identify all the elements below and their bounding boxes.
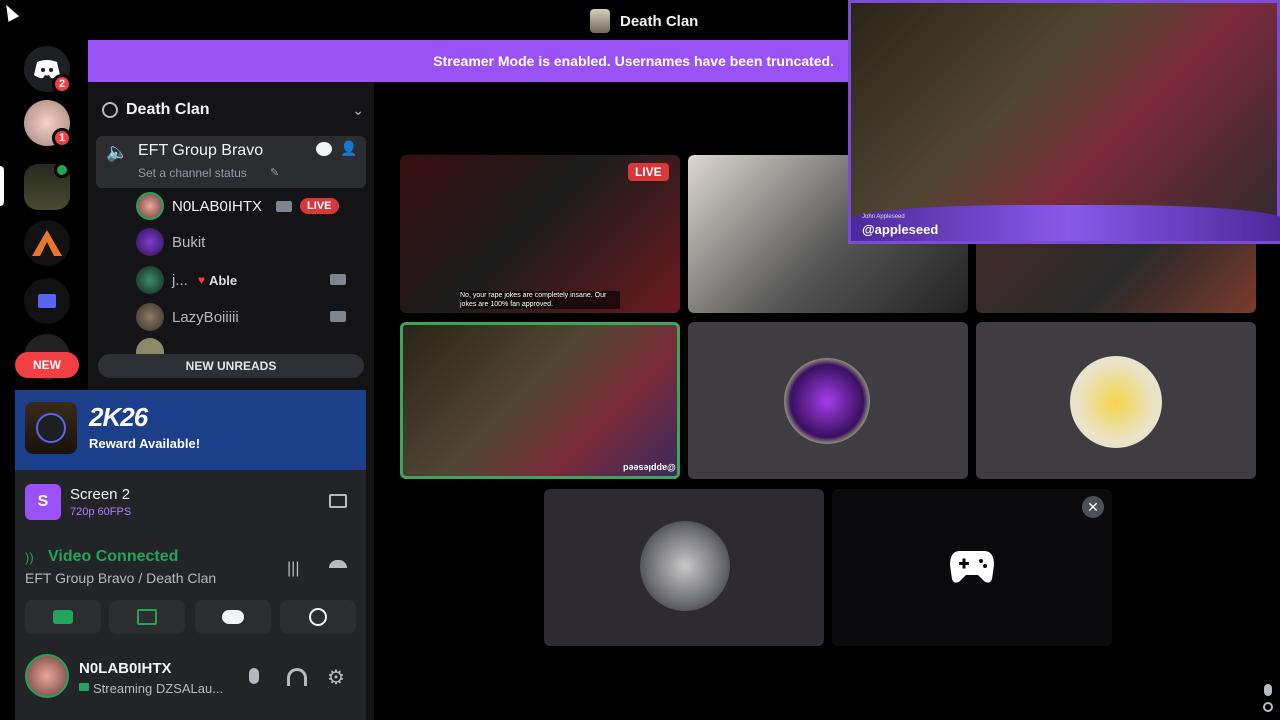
screen-name: Screen 2 [70,486,131,503]
live-badge: LIVE [300,198,339,214]
screen-letter: S [37,493,49,510]
camera-button[interactable] [25,600,101,634]
heart-icon: ♥ [197,273,205,287]
voice-connected-title: Video Connected [48,548,179,565]
tile-activity[interactable] [832,489,1112,646]
new-unread-servers-pill[interactable]: NEW [15,352,79,378]
channel-status[interactable]: Set a channel status [138,166,247,180]
user-avatar [640,521,730,611]
streamer-webcam-overlay [848,0,1280,244]
new-unreads-bar[interactable]: NEW UNREADS [98,354,364,378]
member-n0lab0ihtx[interactable]: N0LAB0IHTX LIVE [136,192,339,220]
member-name: N0LAB0IHTX [172,197,263,215]
chat-bubble-icon[interactable] [316,142,332,156]
camera-icon [276,200,293,212]
arma-server[interactable] [24,220,70,266]
streamer-mode-text: Streamer Mode is enabled. Usernames have… [433,53,834,69]
tile-avatar-purple[interactable] [688,322,968,479]
selected-server-indicator [0,166,4,206]
server-unread-badge: 1 [52,128,72,148]
guild-name: Death Clan [126,101,210,118]
screen-quality: 720p 60FPS [70,506,132,518]
camera-icon [330,311,346,322]
soundboard-icon [309,608,327,626]
pencil-icon[interactable]: ✎ [270,166,279,179]
guild-header[interactable]: Death Clan ⌄ [102,96,364,124]
guild-boost-icon [102,102,118,118]
gear-icon[interactable]: ⚙ [327,665,345,690]
gamepad-icon [222,610,244,624]
microphone-icon [1264,684,1272,696]
close-icon[interactable]: ✕ [1082,496,1104,518]
signal-icon: )) [25,550,34,565]
tile-selected-appleseed[interactable]: @appleseed [400,322,680,479]
promo-subtitle: Reward Available! [89,436,201,451]
noise-suppression-icon[interactable]: ||| [287,560,299,578]
stream-caption: No, your rape jokes are completely insan… [460,291,620,309]
mirrored-handle: @appleseed [623,463,676,473]
camera-icon [330,274,346,285]
cam-name: John Appleseed [862,214,905,220]
user-avatar-server[interactable]: 1 [24,100,72,148]
member-tag: Able [208,272,238,288]
reward-promo[interactable]: 2K26 Reward Available! [15,390,366,470]
member-name: LazyBoiiiii [172,308,239,326]
chevron-down-icon: ⌄ [352,101,364,118]
speaker-icon: 🔈 [106,142,129,162]
folder-icon [38,294,56,308]
promo-title: 2K26 [89,402,148,432]
headphones-icon[interactable] [287,668,307,686]
screen-share-button[interactable] [109,600,185,634]
server-folder[interactable] [24,278,70,324]
tile-avatar-pikachu[interactable] [976,322,1256,479]
cam-handle: @appleseed [862,222,939,237]
partial-member-avatar [136,338,164,354]
window-title: Death Clan [590,8,698,34]
dm-unread-badge: 2 [52,74,72,94]
member-bukit[interactable]: Bukit [136,228,205,256]
avatar [136,192,164,220]
activity-button[interactable] [195,600,271,634]
member-j[interactable]: j... ♥ Able [136,266,237,294]
avatar [136,266,164,294]
screen-icon [137,609,157,625]
death-clan-server[interactable] [24,162,70,210]
disconnect-icon[interactable] [329,560,347,568]
streaming-status-icon [54,162,70,178]
voice-location[interactable]: EFT Group Bravo / Death Clan [25,570,216,586]
member-lazyboiiiii[interactable]: LazyBoiiiii [136,303,239,331]
member-name: Bukit [172,233,206,251]
user-avatar [1070,356,1162,448]
user-status: Streaming DZSALau... [93,681,224,696]
screen-share-icon: S [25,484,61,520]
tile-live-stream[interactable]: LIVE [400,155,680,313]
invite-user-icon[interactable]: 👤 [340,140,357,157]
channel-name: EFT Group Bravo [138,142,264,159]
streamer-mode-banner: Streamer Mode is enabled. Usernames have… [88,40,848,82]
stop-screen-icon[interactable] [329,494,347,508]
avatar [136,228,164,256]
tile-avatar-mower[interactable] [544,489,824,646]
discord-nitro-icon [36,413,66,443]
streaming-icon [79,683,89,691]
user-avatar[interactable] [25,654,69,698]
server-icon [590,9,610,33]
game-icon [25,402,77,454]
user-name: N0LAB0IHTX [79,660,172,677]
triangle-a-logo-icon [32,230,62,256]
settings-dot-icon [1263,702,1273,712]
voice-panel: S Screen 2 720p 60FPS )) Video Connected… [15,470,366,720]
live-badge: LIVE [628,163,669,181]
soundboard-button[interactable] [280,600,356,634]
window-title-text: Death Clan [620,12,699,30]
avatar [136,303,164,331]
gamepad-icon [950,551,994,583]
camera-icon [53,610,73,624]
voice-channel-eft-group-bravo[interactable]: 🔈 EFT Group Bravo Set a channel status ✎… [96,136,366,188]
dm-home-button[interactable]: 2 [24,46,72,94]
microphone-icon[interactable] [249,668,259,684]
user-avatar [784,358,870,444]
member-name: j... [172,271,188,289]
